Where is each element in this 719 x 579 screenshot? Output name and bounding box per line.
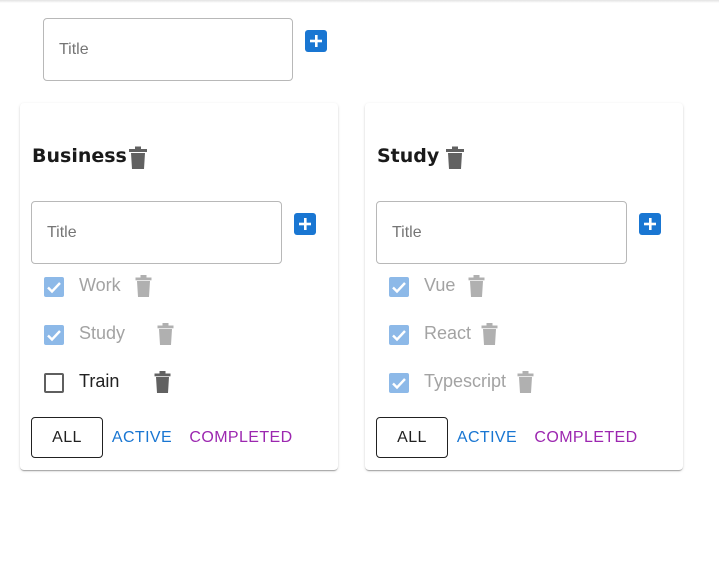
task-item: Work	[44, 274, 304, 298]
task-checkbox[interactable]	[389, 373, 409, 393]
task-checkbox[interactable]	[389, 277, 409, 297]
new-task-title-field[interactable]	[376, 201, 627, 264]
task-checkbox[interactable]	[44, 277, 64, 297]
new-task-title-input[interactable]	[377, 202, 626, 263]
add-task-button[interactable]	[639, 213, 661, 235]
filter-all-button[interactable]: ALL	[376, 417, 448, 458]
trash-icon	[481, 323, 498, 345]
task-label: Typescript	[424, 371, 507, 391]
task-label: Vue	[424, 275, 456, 295]
check-icon	[47, 330, 61, 342]
filter-active-button[interactable]: ACTIVE	[456, 417, 518, 458]
delete-task-button[interactable]	[468, 274, 485, 298]
todolist-card-study: Study Vue	[365, 103, 683, 470]
new-list-title-input[interactable]	[44, 19, 292, 80]
delete-list-button[interactable]	[127, 146, 149, 170]
trash-icon	[157, 323, 174, 345]
task-checkbox[interactable]	[44, 325, 64, 345]
check-icon	[47, 282, 61, 294]
task-checkbox[interactable]	[389, 325, 409, 345]
task-item: Study	[44, 322, 304, 346]
check-icon	[392, 378, 406, 390]
check-icon	[392, 330, 406, 342]
trash-icon	[154, 371, 171, 393]
app-bar-shadow	[0, 0, 719, 3]
filter-all-button[interactable]: ALL	[31, 417, 103, 458]
plus-square-icon	[310, 35, 322, 47]
check-icon	[392, 282, 406, 294]
trash-icon	[517, 371, 534, 393]
delete-task-button[interactable]	[154, 370, 171, 394]
plus-square-icon	[299, 218, 311, 230]
task-item: Vue	[389, 274, 649, 298]
new-list-title-field[interactable]	[43, 18, 293, 81]
delete-list-button[interactable]	[444, 146, 466, 170]
task-label: Study	[79, 323, 126, 343]
add-task-button[interactable]	[294, 213, 316, 235]
task-label: Work	[79, 275, 121, 295]
filter-completed-button[interactable]: COMPLETED	[188, 417, 294, 458]
add-list-button[interactable]	[305, 30, 327, 52]
todolist-card-business: Business Work	[20, 103, 338, 470]
trash-icon	[135, 275, 152, 297]
trash-icon	[129, 146, 147, 169]
trash-icon	[446, 146, 464, 169]
task-label: React	[424, 323, 472, 343]
task-checkbox[interactable]	[44, 373, 64, 393]
list-title: Business	[32, 145, 127, 167]
new-task-title-input[interactable]	[32, 202, 281, 263]
filter-active-button[interactable]: ACTIVE	[111, 417, 173, 458]
task-item: React	[389, 322, 649, 346]
task-item: Train	[44, 370, 304, 394]
delete-task-button[interactable]	[157, 322, 174, 346]
list-title: Study	[377, 145, 440, 167]
trash-icon	[468, 275, 485, 297]
task-label: Train	[79, 371, 120, 391]
delete-task-button[interactable]	[517, 370, 534, 394]
filter-completed-button[interactable]: COMPLETED	[533, 417, 639, 458]
new-task-title-field[interactable]	[31, 201, 282, 264]
delete-task-button[interactable]	[481, 322, 498, 346]
delete-task-button[interactable]	[135, 274, 152, 298]
task-item: Typescript	[389, 370, 649, 394]
plus-square-icon	[644, 218, 656, 230]
